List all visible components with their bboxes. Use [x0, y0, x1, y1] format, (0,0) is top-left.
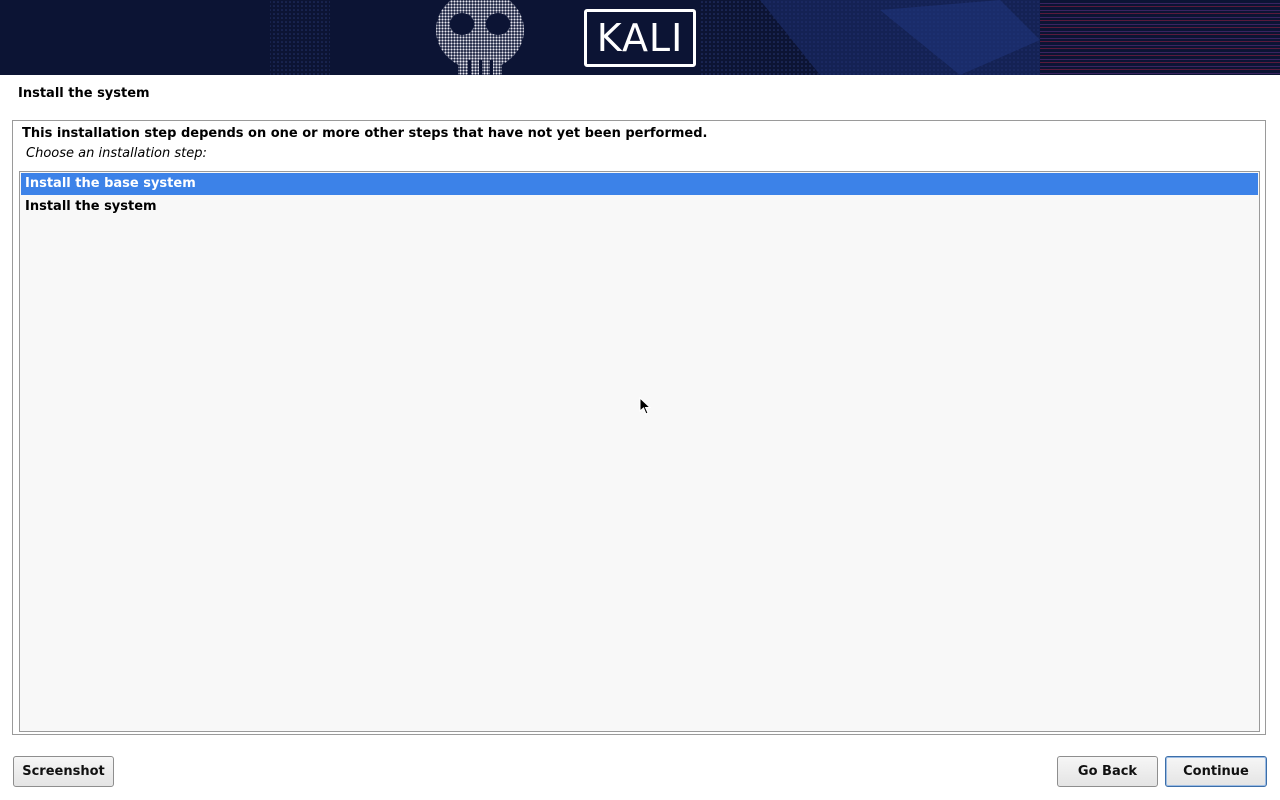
logo-text: KALI	[596, 16, 684, 60]
header-banner: KALI	[0, 0, 1280, 75]
mouse-cursor-icon	[639, 397, 651, 415]
step-prompt: Choose an installation step:	[26, 146, 207, 161]
skull-icon	[436, 0, 524, 75]
step-item-install-system[interactable]: Install the system	[21, 196, 1258, 218]
continue-button[interactable]: Continue	[1165, 756, 1267, 787]
kali-logo: KALI	[584, 9, 696, 67]
dependency-notice: This installation step depends on one or…	[22, 126, 708, 141]
go-back-button[interactable]: Go Back	[1057, 756, 1158, 787]
page-title: Install the system	[18, 86, 150, 101]
step-item-install-base-system[interactable]: Install the base system	[21, 173, 1258, 195]
installation-step-list[interactable]: Install the base system Install the syst…	[19, 171, 1260, 732]
banner-stripes	[1040, 0, 1280, 75]
installer-panel: This installation step depends on one or…	[12, 120, 1266, 735]
screenshot-button[interactable]: Screenshot	[13, 756, 114, 787]
